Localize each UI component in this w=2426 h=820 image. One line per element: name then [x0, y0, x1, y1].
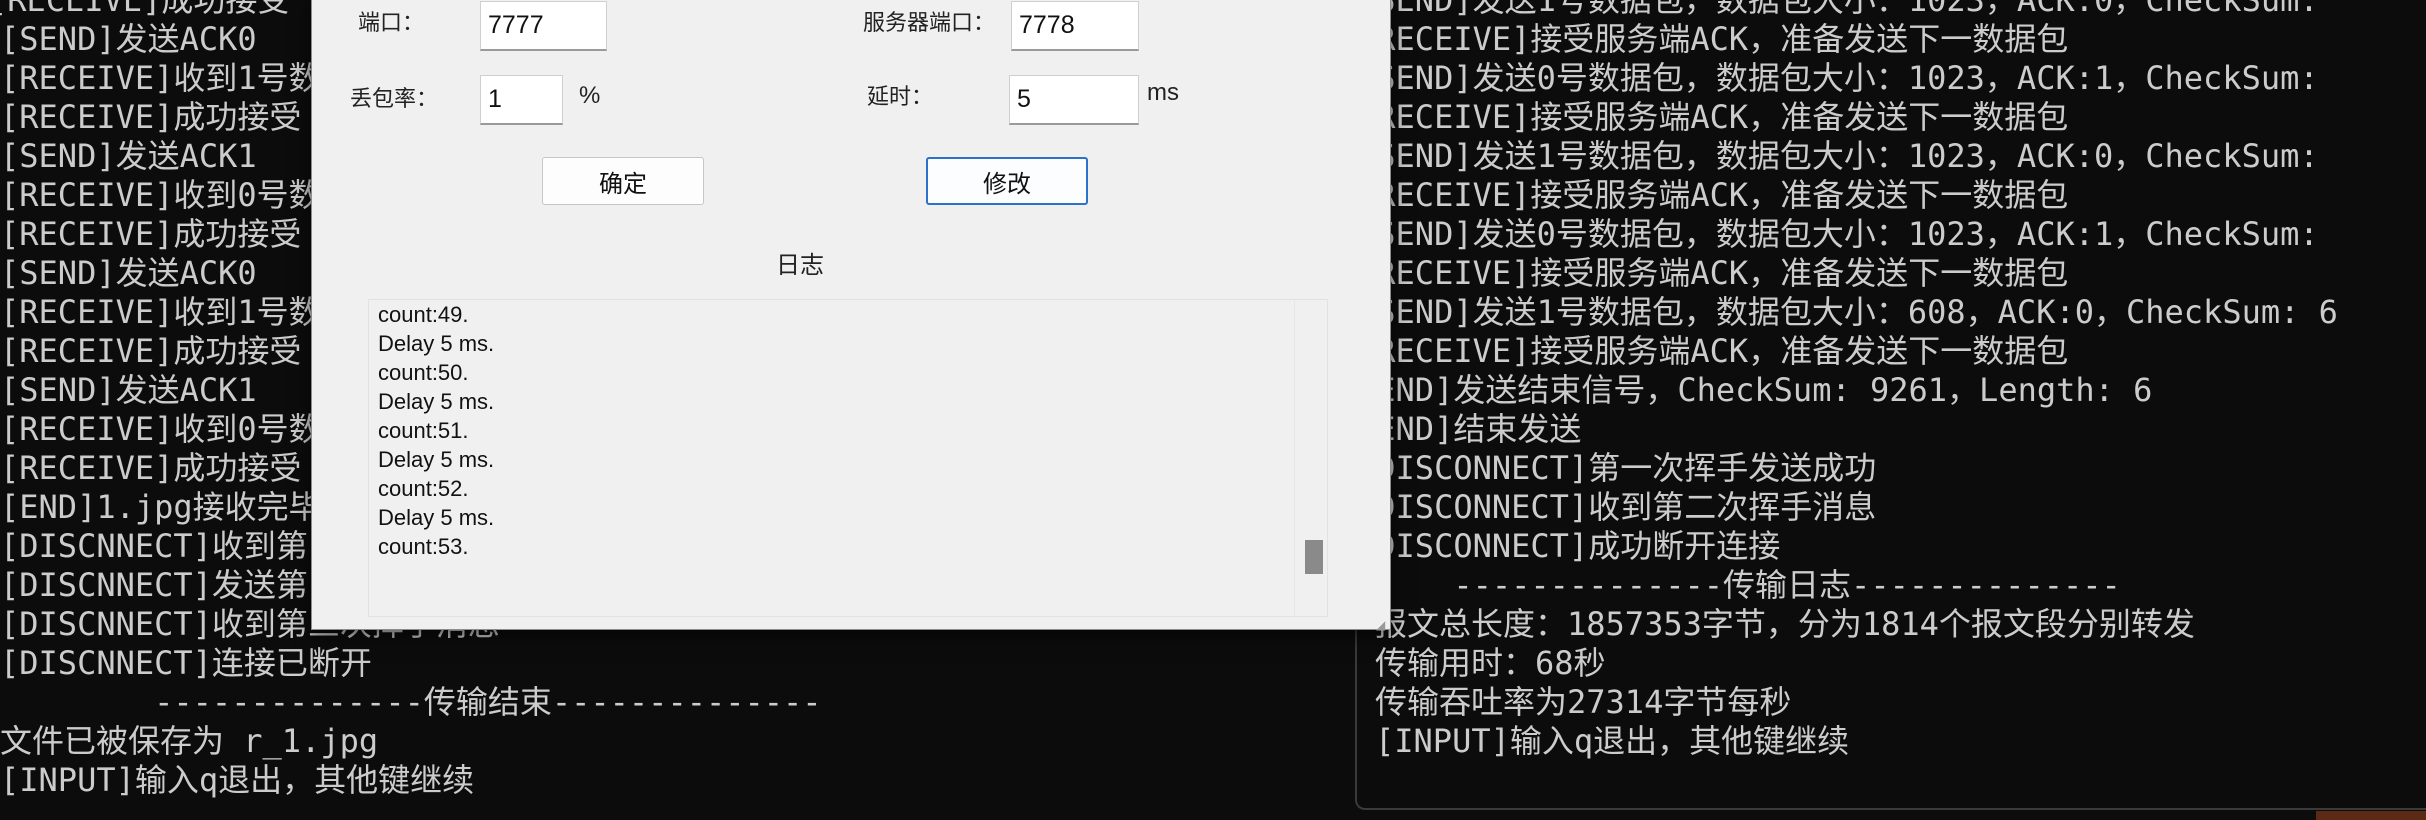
console-line: [RECEIVE]成功接受 — [0, 449, 302, 487]
settings-dialog: 端口： 服务器端口： 丢包率： % 延时： ms 确定 修改 日志 count:… — [311, 0, 1391, 631]
console-line: [DISCNNECT]连接已断开 — [0, 644, 372, 682]
log-line: Delay 5 ms. — [378, 447, 495, 472]
log-textbox[interactable]: count:49. Delay 5 ms. count:50. Delay 5 … — [368, 299, 1328, 617]
log-line: count:53. — [378, 534, 469, 559]
log-line: count:52. — [378, 476, 469, 501]
console-line: 文件已被保存为 r_1.jpg — [0, 722, 379, 760]
console-line: [RECEIVE]接受服务端ACK，准备发送下一数据包 — [1357, 176, 2069, 214]
console-line: --------------传输日志-------------- — [1357, 566, 2121, 604]
delay-unit: ms — [1147, 79, 1179, 106]
log-title: 日志 — [776, 252, 824, 279]
console-line: --------------传输结束-------------- — [0, 683, 822, 721]
delay-input[interactable] — [1009, 75, 1139, 125]
taskbar-accent — [2316, 811, 2426, 820]
log-line: Delay 5 ms. — [378, 331, 495, 356]
console-line: [DISCNNECT]收到第 — [0, 527, 308, 565]
console-line: [SEND]发送ACK0 — [0, 254, 257, 292]
console-line: [DISCNNECT]发送第 — [0, 566, 308, 604]
console-line: [RECEIVE]收到1号数 — [0, 293, 321, 331]
log-line: Delay 5 ms. — [378, 505, 495, 530]
log-line: count:49. — [378, 302, 469, 327]
console-line: [RECEIVE]成功接受 — [0, 0, 290, 19]
console-line: [RECEIVE]成功接受 — [0, 98, 302, 136]
console-line: [DISCONNECT]收到第二次挥手消息 — [1357, 488, 1877, 526]
console-line: [SEND]发送ACK0 — [0, 20, 257, 58]
server-port-input[interactable] — [1011, 1, 1139, 51]
console-line: [RECEIVE]收到0号数 — [0, 410, 321, 448]
loss-rate-unit: % — [579, 82, 601, 109]
console-line: [DISCONNECT]第一次挥手发送成功 — [1357, 449, 1877, 487]
right-console-window: [SEND]发送1号数据包，数据包大小：1023，ACK:0，CheckSum:… — [1355, 0, 2426, 810]
log-line: count:51. — [378, 418, 469, 443]
port-label: 端口： — [358, 10, 425, 35]
console-line: [RECEIVE]接受服务端ACK，准备发送下一数据包 — [1357, 20, 2069, 58]
console-line: [INPUT]输入q退出，其他键继续 — [0, 761, 475, 799]
port-input[interactable] — [480, 1, 607, 51]
server-port-label: 服务器端口： — [863, 10, 996, 35]
console-line: [RECEIVE]接受服务端ACK，准备发送下一数据包 — [1357, 332, 2069, 370]
console-line: [RECEIVE]接受服务端ACK，准备发送下一数据包 — [1357, 254, 2069, 292]
console-line: [SEND]发送0号数据包，数据包大小：1023，ACK:1，CheckSum: — [1357, 59, 2319, 97]
console-line: [RECEIVE]收到0号数 — [0, 176, 321, 214]
loss-rate-label: 丢包率： — [350, 86, 439, 111]
log-scrollbar[interactable] — [1294, 300, 1327, 616]
console-line: [SEND]发送1号数据包，数据包大小：1023，ACK:0，CheckSum: — [1357, 137, 2319, 175]
console-line: [RECEIVE]成功接受 — [0, 332, 302, 370]
console-line: [RECEIVE]接受服务端ACK，准备发送下一数据包 — [1357, 98, 2069, 136]
console-line: [END]发送结束信号，CheckSum: 9261，Length: 6 — [1357, 371, 2153, 409]
confirm-button[interactable]: 确定 — [542, 157, 704, 205]
console-line: [INPUT]输入q退出，其他键继续 — [1375, 722, 1850, 760]
console-line: [RECEIVE]收到1号数 — [0, 59, 321, 97]
console-line: [SEND]发送ACK1 — [0, 137, 257, 175]
resize-grip-icon[interactable]: ◢ — [1376, 619, 1388, 631]
console-line: 报文总长度：1857353字节，分为1814个报文段分别转发 — [1375, 605, 2195, 643]
console-line: [SEND]发送1号数据包，数据包大小：1023，ACK:0，CheckSum: — [1357, 0, 2319, 19]
console-line: [SEND]发送1号数据包，数据包大小：608，ACK:0，CheckSum: … — [1357, 293, 2338, 331]
console-line: [END]1.jpg接收完毕 — [0, 488, 321, 526]
console-line: [RECEIVE]成功接受 — [0, 215, 302, 253]
log-line: Delay 5 ms. — [378, 389, 495, 414]
console-line: 传输用时：68秒 — [1375, 644, 1606, 682]
log-line: count:50. — [378, 360, 469, 385]
console-line: [DISCONNECT]成功断开连接 — [1357, 527, 1781, 565]
console-line: 传输吞吐率为27314字节每秒 — [1375, 683, 1792, 721]
log-scroll-thumb[interactable] — [1305, 540, 1323, 574]
console-line: [SEND]发送ACK1 — [0, 371, 257, 409]
loss-rate-input[interactable] — [480, 75, 563, 125]
modify-button[interactable]: 修改 — [926, 157, 1088, 205]
delay-label: 延时： — [867, 84, 934, 109]
console-line: [SEND]发送0号数据包，数据包大小：1023，ACK:1，CheckSum: — [1357, 215, 2319, 253]
